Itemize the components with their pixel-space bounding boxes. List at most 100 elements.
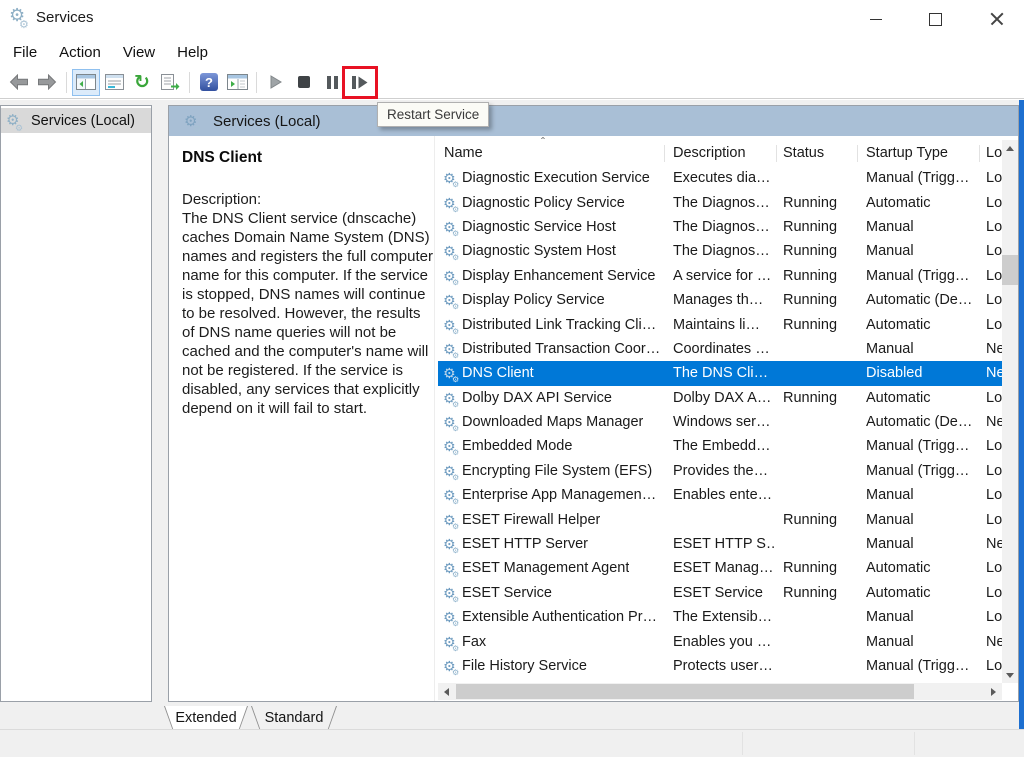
service-description-cell: ESET Service — [673, 581, 775, 605]
tab-standard[interactable]: Standard — [251, 706, 337, 731]
service-status-cell: Running — [783, 190, 861, 214]
table-row[interactable]: File History Service Protects user… Manu… — [438, 654, 1002, 678]
service-name-cell: Downloaded Maps Manager — [443, 410, 663, 434]
menu-file[interactable]: File — [2, 44, 48, 61]
tab-extended[interactable]: Extended — [164, 706, 248, 731]
maximize-button[interactable] — [912, 0, 958, 38]
table-row[interactable]: Downloaded Maps Manager Windows ser… Aut… — [438, 410, 1002, 434]
pause-service-button[interactable] — [318, 69, 346, 96]
service-gear-icon — [443, 391, 462, 405]
properties-button[interactable] — [100, 69, 128, 96]
service-name-cell: Display Policy Service — [443, 288, 663, 312]
service-logon-cell: Ne — [986, 410, 1002, 434]
view-tabs: Extended Standard — [164, 706, 337, 731]
table-row[interactable]: Extensible Authentication Pr… The Extens… — [438, 605, 1002, 629]
export-list-icon — [160, 74, 180, 91]
column-divider[interactable] — [979, 145, 980, 162]
stop-service-button[interactable] — [290, 69, 318, 96]
column-header-status[interactable]: Status — [783, 145, 824, 161]
service-logon-cell: Lo — [986, 288, 1002, 312]
help-button[interactable] — [195, 69, 223, 96]
service-gear-icon — [443, 244, 462, 258]
service-name-cell: ESET Management Agent — [443, 556, 663, 580]
scroll-up-icon[interactable] — [1002, 140, 1018, 156]
service-gear-icon — [443, 513, 462, 527]
scroll-left-icon[interactable] — [438, 683, 455, 700]
table-row[interactable]: DNS Client The DNS Cli… Disabled Ne — [438, 361, 1002, 385]
show-action-pane-button[interactable] — [223, 69, 251, 96]
service-description-cell: A service for … — [673, 264, 775, 288]
table-row[interactable]: Encrypting File System (EFS) Provides th… — [438, 459, 1002, 483]
menu-view[interactable]: View — [112, 44, 166, 61]
table-row[interactable]: ESET Service ESET Service Running Automa… — [438, 581, 1002, 605]
table-row[interactable]: Embedded Mode The Embedd… Manual (Trigg…… — [438, 434, 1002, 458]
service-description-cell: The Embedd… — [673, 434, 775, 458]
table-row[interactable]: Distributed Transaction Coor… Coordinate… — [438, 337, 1002, 361]
column-divider[interactable] — [776, 145, 777, 162]
column-divider[interactable] — [664, 145, 665, 162]
service-logon-cell: Lo — [986, 215, 1002, 239]
service-status-cell — [783, 629, 861, 653]
scroll-down-icon[interactable] — [1002, 667, 1018, 683]
table-row[interactable]: ESET HTTP Server ESET HTTP S… Manual Ne — [438, 532, 1002, 556]
vertical-scrollbar-thumb[interactable] — [1002, 255, 1018, 285]
service-gear-icon — [443, 659, 462, 673]
close-button[interactable] — [974, 0, 1020, 38]
vertical-scrollbar[interactable] — [1002, 140, 1018, 683]
service-gear-icon — [443, 439, 462, 453]
column-header-log-on-as[interactable]: Lo — [986, 145, 1002, 161]
service-logon-cell: Lo — [986, 386, 1002, 410]
horizontal-scrollbar-thumb[interactable] — [456, 684, 914, 699]
service-name-cell: Embedded Mode — [443, 434, 663, 458]
service-logon-cell: Ne — [986, 361, 1002, 385]
services-gear-icon — [184, 114, 202, 129]
service-description-cell: ESET Manag… — [673, 556, 775, 580]
table-row[interactable]: ESET Management Agent ESET Manag… Runnin… — [438, 556, 1002, 580]
menu-help[interactable]: Help — [166, 44, 219, 61]
sidebar-item-services-local[interactable]: Services (Local) — [1, 108, 151, 133]
table-row[interactable]: Diagnostic Service Host The Diagnos… Run… — [438, 215, 1002, 239]
service-description-cell: ESET HTTP S… — [673, 532, 775, 556]
service-gear-icon — [443, 171, 462, 185]
export-list-button[interactable] — [156, 69, 184, 96]
table-row[interactable]: Fax Enables you … Manual Ne — [438, 629, 1002, 653]
toolbar-separator — [256, 72, 257, 93]
table-row[interactable]: ESET Firewall Helper Running Manual Lo — [438, 507, 1002, 531]
toolbar-separator — [66, 72, 67, 93]
services-window: Services File Action View Help — [0, 0, 1024, 757]
forward-button[interactable] — [33, 69, 61, 96]
column-header-name[interactable]: Name — [444, 145, 483, 161]
scroll-right-icon[interactable] — [985, 683, 1002, 700]
restart-service-button[interactable] — [346, 69, 374, 96]
column-divider[interactable] — [857, 145, 858, 162]
service-logon-cell: Lo — [986, 312, 1002, 336]
table-row[interactable]: Dolby DAX API Service Dolby DAX A… Runni… — [438, 386, 1002, 410]
window-title: Services — [36, 9, 94, 26]
table-row[interactable]: Diagnostic Execution Service Executes di… — [438, 166, 1002, 190]
panel-content: DNS Client Description: The DNS Client s… — [169, 136, 1018, 701]
horizontal-scrollbar[interactable] — [438, 683, 1002, 700]
start-service-button[interactable] — [262, 69, 290, 96]
table-row[interactable]: Display Enhancement Service A service fo… — [438, 264, 1002, 288]
service-startup-type-cell: Manual — [866, 507, 981, 531]
table-row[interactable]: Display Policy Service Manages th… Runni… — [438, 288, 1002, 312]
service-logon-cell: Lo — [986, 605, 1002, 629]
table-row[interactable]: Enterprise App Managemen… Enables ente… … — [438, 483, 1002, 507]
service-startup-type-cell: Manual — [866, 605, 981, 629]
table-row[interactable]: Diagnostic Policy Service The Diagnos… R… — [438, 190, 1002, 214]
refresh-button[interactable] — [128, 69, 156, 96]
service-gear-icon — [443, 220, 462, 234]
service-status-cell — [783, 654, 861, 678]
table-row[interactable]: Distributed Link Tracking Cli… Maintains… — [438, 312, 1002, 336]
table-row[interactable]: Diagnostic System Host The Diagnos… Runn… — [438, 239, 1002, 263]
back-button[interactable] — [5, 69, 33, 96]
service-gear-icon — [443, 415, 462, 429]
show-console-tree-button[interactable] — [72, 69, 100, 96]
column-header-description[interactable]: Description — [673, 145, 746, 161]
service-startup-type-cell: Manual — [866, 483, 981, 507]
minimize-button[interactable] — [853, 0, 899, 38]
menu-action[interactable]: Action — [48, 44, 112, 61]
service-startup-type-cell: Manual (Trigg… — [866, 654, 981, 678]
service-gear-icon — [443, 366, 462, 380]
column-header-startup-type[interactable]: Startup Type — [866, 145, 948, 161]
